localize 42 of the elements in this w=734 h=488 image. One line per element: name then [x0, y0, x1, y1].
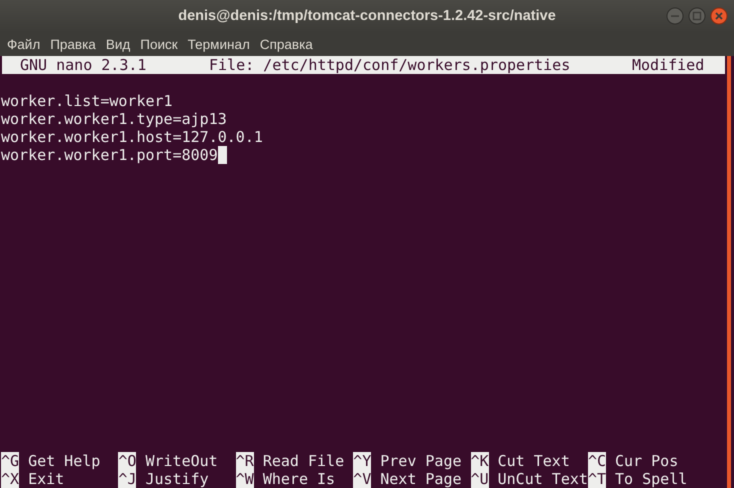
- shortcut-key: ^G: [1, 452, 20, 470]
- shortcut-label: Where Is: [262, 470, 336, 488]
- editor-version: GNU nano 2.3.1: [20, 56, 148, 74]
- code-line: worker.worker1.host=127.0.0.1: [1, 128, 263, 146]
- shortcut-label: Justify: [145, 470, 209, 488]
- shortcut-key: ^O: [118, 452, 136, 470]
- code-line: worker.worker1.type=ajp13: [1, 110, 227, 128]
- modified-status: Modified: [632, 56, 704, 74]
- menu-item[interactable]: Справка: [254, 36, 318, 52]
- shortcut-key: ^J: [118, 470, 136, 488]
- close-icon[interactable]: [710, 7, 728, 25]
- shortcut-label: Cur Pos: [615, 452, 678, 470]
- shortcut-label: Cut Text: [498, 452, 570, 470]
- shortcut-key: ^W: [236, 470, 254, 488]
- shortcut-label: Prev Page: [380, 452, 462, 470]
- menu-item[interactable]: Терминал: [182, 36, 255, 52]
- shortcut-key: ^X: [1, 470, 20, 488]
- shortcut-key: ^V: [353, 470, 372, 488]
- shortcut-key: ^C: [588, 452, 606, 470]
- menu-item[interactable]: Файл: [2, 36, 46, 52]
- shortcut-label: Get Help: [28, 452, 100, 470]
- shortcut-label: UnCut Text: [498, 470, 588, 488]
- menu-item[interactable]: Правка: [45, 36, 101, 52]
- shortcut-label: Exit: [28, 470, 64, 488]
- shortcut-label: Read File: [262, 452, 344, 470]
- menu-item[interactable]: Поиск: [135, 36, 183, 52]
- shortcut-key: ^T: [588, 470, 606, 488]
- maximize-icon[interactable]: [688, 7, 706, 25]
- shortcut-key: ^R: [236, 452, 254, 470]
- file-path: File: /etc/httpd/conf/workers.properties: [209, 56, 572, 74]
- menu-item[interactable]: Вид: [100, 36, 136, 52]
- shortcut-key: ^U: [470, 470, 489, 488]
- scrollbar[interactable]: [727, 56, 731, 488]
- code-line: worker.list=worker1: [1, 92, 173, 110]
- shortcut-label: To Spell: [615, 470, 688, 488]
- minimize-icon[interactable]: [666, 7, 684, 25]
- shortcut-key: ^K: [470, 452, 489, 470]
- shortcut-key: ^Y: [353, 452, 372, 470]
- shortcut-label: Next Page: [380, 470, 462, 488]
- shortcut-label: WriteOut: [145, 452, 218, 470]
- window-title: denis@denis:/tmp/tomcat-connectors-1.2.42-src/native: [178, 8, 556, 24]
- code-line: worker.worker1.port=8009: [1, 146, 218, 164]
